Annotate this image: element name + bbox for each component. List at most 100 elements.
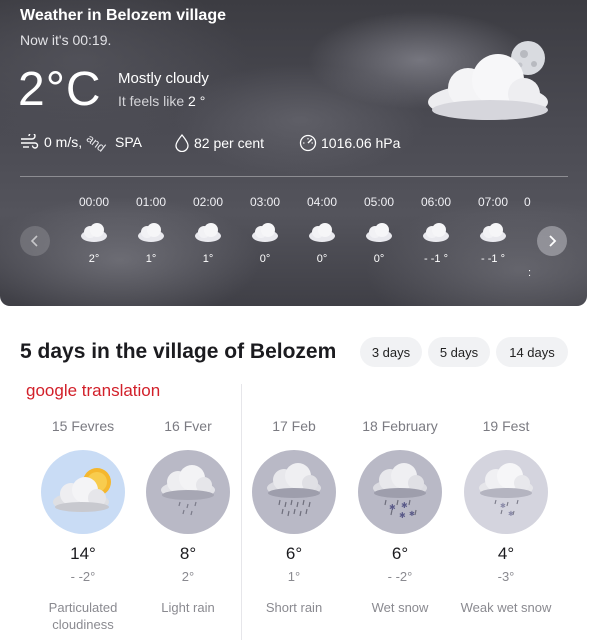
day-high: 4° <box>497 544 515 563</box>
feels-like-label: It feels like <box>118 93 189 109</box>
day-date: 16 Fver <box>164 418 212 434</box>
hour-item: 04:00 0° <box>297 195 347 265</box>
svg-text:✱: ✱ <box>508 510 514 518</box>
google-translation-label: google translation <box>26 381 161 400</box>
hour-temp: 0° <box>373 253 385 265</box>
day-forecast[interactable]: 16 Fver 8° 2° Light rain <box>138 418 238 616</box>
column-divider <box>241 384 242 640</box>
svg-text:✱: ✱ <box>409 510 415 518</box>
day-description: Weak wet snow <box>460 600 552 615</box>
cloud-moon-icon <box>428 41 548 120</box>
svg-text:✱: ✱ <box>389 503 396 512</box>
wind-direction-value: SPA <box>115 134 142 150</box>
day-low: -3° <box>497 569 515 584</box>
day-low: 1° <box>287 569 301 584</box>
cloud-icon <box>423 223 449 242</box>
hour-item: 03:00 0° <box>240 195 290 265</box>
day-description: Wet snow <box>371 600 429 615</box>
cloud-icon <box>138 223 164 242</box>
day-high: 6° <box>285 544 303 563</box>
day-high: 8° <box>179 544 197 563</box>
hour-time: 07:00 <box>477 195 509 209</box>
light-rain-icon <box>146 450 230 534</box>
chevron-right-icon <box>549 235 557 247</box>
current-condition: Mostly cloudy <box>118 70 209 87</box>
cloud-icon <box>252 223 278 242</box>
barometer-icon <box>299 134 317 152</box>
hour-item: 05:00 0° <box>354 195 404 265</box>
hour-temp: 1° <box>202 253 214 265</box>
wind-stat: 0 m/s, <box>20 134 82 150</box>
hour-time: 03:00 <box>249 195 281 209</box>
wind-speed: 0 m/s, <box>44 134 83 150</box>
day-forecast[interactable]: 19 Fest ✱ ✱ 4° -3° Weak wet snow <box>456 418 556 616</box>
tab-5-days[interactable]: 5 days <box>428 337 490 367</box>
day-date: 19 Fest <box>482 418 530 434</box>
current-temperature: 2°C <box>18 63 102 116</box>
humidity-value: 82 per cent <box>194 135 265 151</box>
day-low: 2° <box>181 569 195 584</box>
day-forecast[interactable]: 17 Feb 6° 1° Short rain <box>244 418 344 616</box>
day-forecast[interactable]: 18 February ✱ ✱ ✱ ✱ 6° - -2° Wet snow <box>350 418 450 616</box>
cloud-icon <box>195 223 221 242</box>
humidity-stat: 82 per cent <box>174 134 264 152</box>
wind-joiner: and <box>83 131 109 155</box>
hour-item: 07:00 - -1 ° <box>468 195 518 265</box>
day-description: Particulated cloudiness <box>48 600 118 632</box>
pressure-value: 1016.06 hPa <box>321 135 401 151</box>
forecast-title: 5 days in the village of Belozem <box>20 340 337 363</box>
hour-temp: 2° <box>88 253 100 265</box>
cloud-icon <box>309 223 335 242</box>
day-description: Short rain <box>265 600 323 615</box>
tab-14-days[interactable]: 14 days <box>496 337 568 367</box>
svg-text:✱: ✱ <box>500 502 506 510</box>
day-date: 15 Fevres <box>51 418 115 434</box>
weak-wet-snow-icon: ✱ ✱ <box>464 450 548 534</box>
hour-time: 02:00 <box>192 195 224 209</box>
wet-snow-icon: ✱ ✱ ✱ ✱ <box>358 450 442 534</box>
cloud-icon <box>366 223 392 242</box>
hero-divider <box>20 176 568 177</box>
location-title: Weather in Belozem village <box>20 7 226 24</box>
hour-time: 00:00 <box>78 195 110 209</box>
day-low: - -2° <box>387 569 413 584</box>
pressure-stat: 1016.06 hPa <box>299 134 400 152</box>
previous-hours-button[interactable] <box>20 226 50 256</box>
hour-item: 00:00 2° <box>69 195 119 265</box>
tab-3-days[interactable]: 3 days <box>360 337 422 367</box>
hour-temp-partial: : <box>528 267 532 279</box>
day-forecast[interactable]: 15 Fevres 14° - -2° Particulated cloudin… <box>33 418 133 633</box>
hour-temp: 1° <box>145 253 157 265</box>
rain-icon <box>252 450 336 534</box>
day-high: 14° <box>70 544 96 563</box>
svg-text:✱: ✱ <box>401 501 408 510</box>
svg-text:✱: ✱ <box>399 511 406 520</box>
hour-item: 01:00 1° <box>126 195 176 265</box>
hour-time: 06:00 <box>420 195 452 209</box>
hour-time: 04:00 <box>306 195 338 209</box>
hour-temp: 0° <box>316 253 328 265</box>
hour-temp: 0° <box>259 253 271 265</box>
hourly-forecast: 00:00 2° 01:00 1° 02:00 1° 03:00 0° 04:0… <box>0 195 587 285</box>
day-description: Light rain <box>161 600 215 615</box>
day-low: - -2° <box>70 569 96 584</box>
partly-cloudy-icon <box>41 450 125 534</box>
day-date: 18 February <box>362 418 438 434</box>
hour-time: 01:00 <box>135 195 167 209</box>
humidity-drop-icon <box>175 134 189 152</box>
hour-item: 06:00 - -1 ° <box>411 195 461 265</box>
chevron-left-icon <box>30 235 38 247</box>
day-date: 17 Feb <box>272 418 316 434</box>
feels-like-value: 2 ° <box>188 93 206 109</box>
hour-temp: - -1 ° <box>481 253 505 265</box>
day-high: 6° <box>391 544 409 563</box>
feels-like: It feels like 2 ° <box>118 93 205 109</box>
wind-direction: SPA <box>115 134 142 150</box>
cloud-icon <box>480 223 506 242</box>
hour-time: 05:00 <box>363 195 395 209</box>
hour-item: 02:00 1° <box>183 195 233 265</box>
cloud-icon <box>81 223 107 242</box>
hour-temp: - -1 ° <box>424 253 448 265</box>
next-hours-button[interactable] <box>537 226 567 256</box>
hour-time-partial: 0 <box>524 195 531 209</box>
